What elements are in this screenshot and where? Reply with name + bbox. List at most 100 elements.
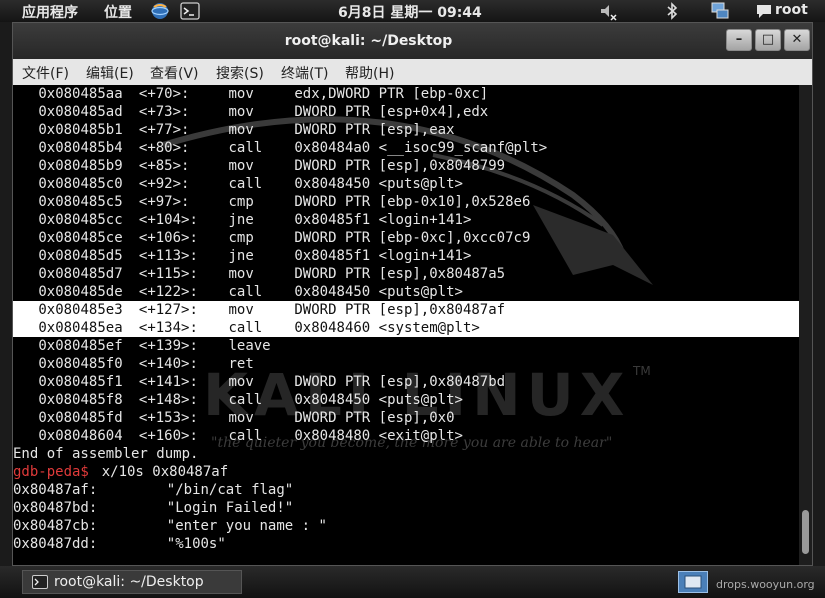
terminal-launcher-icon[interactable] <box>180 1 200 21</box>
instr-offset: <+80>: <box>138 140 190 156</box>
disasm-line: 0x080485f0 <+140>: ret <box>13 355 799 373</box>
instr-opcode: mov <box>228 302 254 318</box>
terminal-output: 0x080485aa <+70>: mov edx,DWORD PTR [ebp-0x… <box>13 85 799 553</box>
menu-view[interactable]: 查看(V) <box>150 63 199 83</box>
instr-address: 0x080485ad <box>38 104 123 120</box>
instr-address: 0x080485fd <box>38 410 123 426</box>
instr-address: 0x080485cc <box>38 212 123 228</box>
instr-operands: DWORD PTR [esp],0x80487af <box>294 302 506 318</box>
terminal-area[interactable]: KALI LINUX TM "the quieter you become, t… <box>13 85 799 565</box>
instr-opcode: mov <box>228 410 254 426</box>
menu-edit[interactable]: 编辑(E) <box>86 63 134 83</box>
instr-operands: DWORD PTR [esp],0x0 <box>294 410 455 426</box>
workspace-switcher[interactable] <box>678 571 708 593</box>
instr-operands: DWORD PTR [ebp-0xc],0xcc07c9 <box>294 230 531 246</box>
instr-address: 0x080485aa <box>38 86 123 102</box>
disasm-line: 0x080485b9 <+85>: mov DWORD PTR [esp],0x804… <box>13 157 799 175</box>
instr-offset: <+70>: <box>138 86 190 102</box>
applications-menu[interactable]: 应用程序 <box>22 2 78 22</box>
instr-address: 0x080485f0 <box>38 356 123 372</box>
menu-file[interactable]: 文件(F) <box>22 63 69 83</box>
instr-address: 0x080485ef <box>38 338 123 354</box>
instr-offset: <+104>: <box>138 212 198 228</box>
instr-operands: DWORD PTR [esp],0x8048799 <box>294 158 506 174</box>
instr-opcode: mov <box>228 158 254 174</box>
menubar: 文件(F) 编辑(E) 查看(V) 搜索(S) 终端(T) 帮助(H) <box>13 59 812 86</box>
instr-address: 0x080485f1 <box>38 374 123 390</box>
maximize-button[interactable]: □ <box>755 29 781 51</box>
instr-opcode: jne <box>228 248 254 264</box>
gdb-command: x/10s 0x80487af <box>101 464 229 480</box>
instr-offset: <+97>: <box>138 194 190 210</box>
taskbar-item-terminal[interactable]: root@kali: ~/Desktop <box>22 570 242 594</box>
menu-terminal[interactable]: 终端(T) <box>281 63 328 83</box>
instr-opcode: mov <box>228 266 254 282</box>
instr-offset: <+127>: <box>138 302 198 318</box>
string-dump-line: 0x80487cb: "enter you name : " <box>13 517 799 535</box>
instr-offset: <+140>: <box>138 356 198 372</box>
disasm-line: 0x080485ad <+73>: mov DWORD PTR [esp+0x4],e… <box>13 103 799 121</box>
instr-address: 0x080485ea <box>38 320 123 336</box>
string-value: "/bin/cat flag" <box>166 482 294 498</box>
instr-operands: DWORD PTR [ebp-0x10],0x528e6 <box>294 194 531 210</box>
disasm-line: 0x080485ea <+134>: call 0x8048460 <system@p… <box>13 319 799 337</box>
instr-operands: 0x8048480 <exit@plt> <box>294 428 463 444</box>
browser-icon[interactable] <box>150 1 170 21</box>
end-of-dump-line: End of assembler dump. <box>13 445 799 463</box>
instr-offset: <+122>: <box>138 284 198 300</box>
top-panel: 应用程序 位置 6月8日 星期一 09:44 root <box>0 0 825 22</box>
instr-operands: 0x8048450 <puts@plt> <box>294 176 463 192</box>
instr-offset: <+113>: <box>138 248 198 264</box>
bottom-taskbar: root@kali: ~/Desktop drops.wooyun.org <box>0 566 825 598</box>
instr-address: 0x08048604 <box>38 428 123 444</box>
clock[interactable]: 6月8日 星期一 09:44 <box>338 2 482 22</box>
disasm-line: 0x080485ce <+106>: cmp DWORD PTR [ebp-0xc],… <box>13 229 799 247</box>
instr-operands: 0x80485f1 <login+141> <box>294 212 472 228</box>
string-dump-line: 0x80487af: "/bin/cat flag" <box>13 481 799 499</box>
instr-address: 0x080485c5 <box>38 194 123 210</box>
network-icon[interactable] <box>710 1 730 21</box>
instr-address: 0x080485f8 <box>38 392 123 408</box>
disasm-line: 0x080485c0 <+92>: call 0x8048450 <puts@plt> <box>13 175 799 193</box>
instr-offset: <+134>: <box>138 320 198 336</box>
minimize-button[interactable]: – <box>726 29 752 51</box>
menu-search[interactable]: 搜索(S) <box>216 63 264 83</box>
instr-offset: <+115>: <box>138 266 198 282</box>
instr-offset: <+92>: <box>138 176 190 192</box>
string-dump-line: 0x80487dd: "%100s" <box>13 535 799 553</box>
disasm-line: 0x080485ef <+139>: leave <box>13 337 799 355</box>
volume-muted-icon[interactable] <box>598 1 618 21</box>
instr-operands: DWORD PTR [esp],0x80487a5 <box>294 266 506 282</box>
close-button[interactable]: ✕ <box>784 29 810 51</box>
places-menu[interactable]: 位置 <box>104 2 132 22</box>
instr-address: 0x080485c0 <box>38 176 123 192</box>
disasm-line: 0x08048604 <+160>: call 0x8048480 <exit@plt… <box>13 427 799 445</box>
end-of-dump-text: End of assembler dump. <box>13 446 199 462</box>
scrollbar-thumb[interactable] <box>802 510 809 554</box>
instr-address: 0x080485b9 <box>38 158 123 174</box>
instr-offset: <+77>: <box>138 122 190 138</box>
window-title: root@kali: ~/Desktop <box>284 33 453 49</box>
instr-offset: <+139>: <box>138 338 198 354</box>
window-titlebar[interactable]: root@kali: ~/Desktop – □ ✕ <box>13 23 812 59</box>
menu-help[interactable]: 帮助(H) <box>345 63 394 83</box>
bluetooth-icon[interactable] <box>662 1 682 21</box>
instr-address: 0x080485e3 <box>38 302 123 318</box>
instr-opcode: cmp <box>228 230 254 246</box>
instr-operands: 0x8048450 <puts@plt> <box>294 284 463 300</box>
disasm-line: 0x080485b1 <+77>: mov DWORD PTR [esp],eax <box>13 121 799 139</box>
instr-opcode: leave <box>228 338 271 354</box>
instr-address: 0x080485de <box>38 284 123 300</box>
terminal-scrollbar[interactable] <box>799 85 812 565</box>
instr-opcode: call <box>228 320 263 336</box>
disasm-line: 0x080485f8 <+148>: call 0x8048450 <puts@plt… <box>13 391 799 409</box>
workspace-window-icon <box>684 575 702 589</box>
instr-opcode: call <box>228 176 263 192</box>
disasm-line: 0x080485b4 <+80>: call 0x80484a0 <__isoc99_… <box>13 139 799 157</box>
string-value: "Login Failed!" <box>166 500 294 516</box>
user-menu[interactable]: root <box>775 2 808 18</box>
instr-opcode: call <box>228 428 263 444</box>
disasm-line: 0x080485de <+122>: call 0x8048450 <puts@plt… <box>13 283 799 301</box>
instr-offset: <+141>: <box>138 374 198 390</box>
instr-opcode: mov <box>228 122 254 138</box>
